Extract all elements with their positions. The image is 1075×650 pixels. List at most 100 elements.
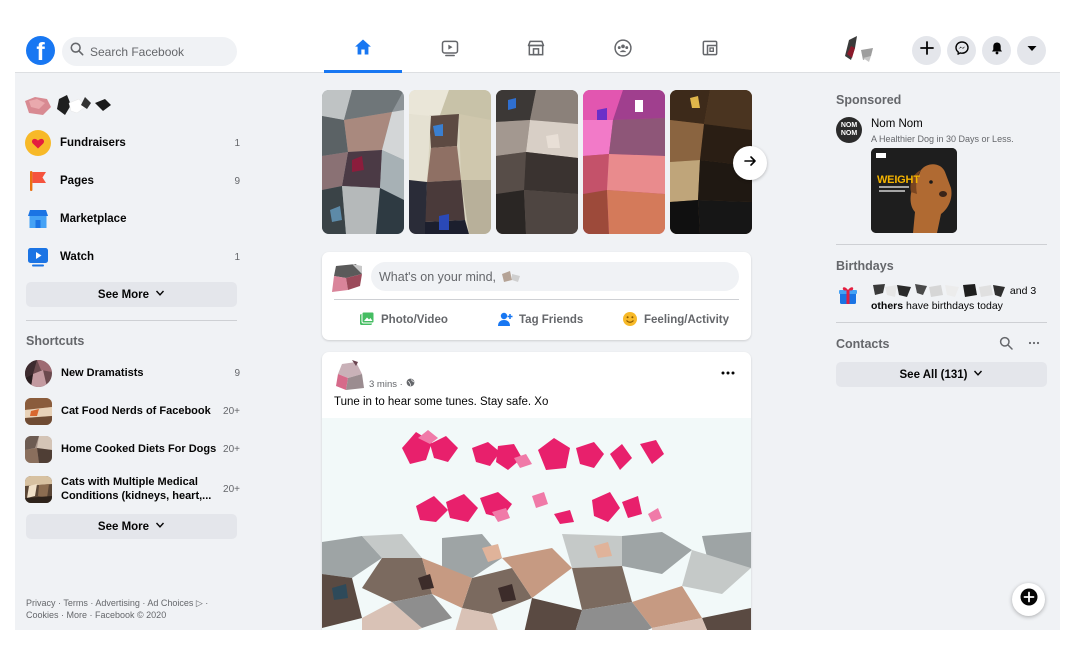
search-icon [70,42,84,61]
shortcut-item[interactable]: Home Cooked Diets For Dogs 20+ [25,433,240,465]
sidebar-item-pages[interactable]: Pages 9 [25,165,240,197]
footer-line-1[interactable]: Privacy · Terms · Advertising · Ad Choic… [26,597,226,609]
tab-home[interactable] [324,28,402,73]
groups-icon [613,38,633,63]
left-sidebar: Fundraisers 1 Pages 9 Marketplace Watch … [15,73,250,630]
sidebar-item-count: 9 [234,175,240,187]
story-card[interactable] [583,90,665,234]
dropdown-caret-icon [1025,41,1039,60]
search-input[interactable] [90,44,230,59]
shortcuts-title: Shortcuts [26,334,85,348]
top-navigation-bar: f [15,28,1060,73]
ad-image[interactable]: WEIGHT [871,148,957,233]
sidebar-item-fundraisers[interactable]: Fundraisers 1 [25,127,240,159]
create-button[interactable] [912,36,941,65]
birthdays-title: Birthdays [836,259,894,273]
new-message-button[interactable] [1012,583,1045,616]
sidebar-item-label: Marketplace [60,213,127,225]
notifications-button[interactable] [982,36,1011,65]
shortcut-item[interactable]: Cats with Multiple Medical Conditions (k… [25,471,240,507]
home-icon [353,37,373,62]
birthdays-and-count: and 3 [1009,284,1037,297]
sidebar-item-label: Pages [60,175,94,187]
sponsored-title: Sponsored [836,93,902,107]
sidebar-item-label: Fundraisers [60,137,126,149]
shortcut-count: 9 [234,367,240,379]
sidebar-item-count: 1 [234,137,240,149]
story-card[interactable] [409,90,491,234]
feeling-activity-button[interactable]: Feeling/Activity [622,310,729,330]
post-text: Tune in to hear some tunes. Stay safe. X… [334,396,549,408]
contacts-title: Contacts [836,337,890,351]
ad-description[interactable]: A Healthier Dog in 30 Days or Less. [871,134,1014,144]
shortcut-label: Cats with Multiple Medical Conditions (k… [61,476,212,502]
marketplace-shop-icon [25,206,51,232]
footer-links[interactable]: Privacy · Terms · Advertising · Ad Choic… [26,597,226,621]
sidebar-item-label: Watch [60,251,95,263]
composer-divider [334,299,739,300]
photo-video-icon [359,311,375,330]
feed-post: 3 mins · Tune in to hear some tunes. Sta… [322,352,751,630]
profile-link[interactable] [25,93,115,119]
tag-friends-button[interactable]: Tag Friends [497,310,583,330]
chevron-down-icon [973,368,983,381]
shortcut-item[interactable]: New Dramatists 9 [25,357,240,389]
sidebar-item-marketplace[interactable]: Marketplace [25,203,240,235]
post-image[interactable] [322,418,751,630]
pages-flag-icon [25,168,51,194]
watch-icon [440,38,460,63]
see-more-button[interactable]: See More [26,282,237,307]
shortcut-label: New Dramatists [61,367,144,379]
messenger-button[interactable] [947,36,976,65]
sidebar-divider [26,320,237,321]
contacts-tools [999,336,1041,355]
notifications-icon [990,41,1004,60]
chevron-down-icon [155,520,165,533]
story-card[interactable] [322,90,404,234]
search-icon[interactable] [999,336,1013,355]
sidebar-item-watch[interactable]: Watch 1 [25,241,240,273]
stories-next-button[interactable] [733,146,767,180]
tab-watch[interactable] [411,28,489,73]
photo-video-button[interactable]: Photo/Video [359,310,448,330]
marketplace-icon [526,38,546,63]
shortcut-thumbnail [25,475,52,503]
tag-friends-icon [497,311,513,330]
ad-logo[interactable]: NOM NOM [836,117,862,143]
profile-avatar[interactable] [843,36,875,66]
shortcut-thumbnail [25,397,52,425]
tab-marketplace[interactable] [497,28,575,73]
account-menu-button[interactable] [1017,36,1046,65]
post-composer: What's on your mind, Photo/Video Tag Fri… [322,252,751,340]
tab-gaming[interactable] [671,28,749,73]
search-bar[interactable] [62,37,237,66]
feeling-activity-label: Feeling/Activity [644,314,729,326]
shortcut-count: 20+ [223,443,240,455]
more-horizontal-icon[interactable] [1027,336,1041,355]
gaming-icon [700,38,720,63]
whats-on-your-mind-input[interactable]: What's on your mind, [371,262,739,291]
shortcut-item[interactable]: Cat Food Nerds of Facebook 20+ [25,395,240,427]
shortcut-count: 20+ [223,405,240,417]
avatar[interactable] [332,264,366,294]
birthdays-others-link[interactable]: others [871,300,903,312]
plus-icon [919,41,934,60]
story-card[interactable] [496,90,578,234]
footer-line-2[interactable]: Cookies · More · Facebook © 2020 [26,609,226,621]
contacts-see-all-button[interactable]: See All (131) [836,362,1047,387]
gift-icon [837,284,859,306]
ad-name[interactable]: Nom Nom [871,118,923,130]
post-timestamp[interactable]: 3 mins · [369,378,415,390]
right-divider [836,322,1047,323]
messenger-icon [954,41,969,60]
birthdays-text[interactable]: and 3 others have birthdays today [871,283,1051,313]
post-options-button[interactable] [718,366,738,380]
avatar[interactable] [334,360,366,392]
plus-circle-icon [1020,588,1038,611]
facebook-logo[interactable]: f [26,36,55,65]
tag-friends-label: Tag Friends [519,314,584,326]
ad-image-headline: WEIGHT [877,174,920,186]
tab-groups[interactable] [584,28,662,73]
shortcuts-see-more-button[interactable]: See More [26,514,237,539]
shortcut-thumbnail [25,435,52,463]
